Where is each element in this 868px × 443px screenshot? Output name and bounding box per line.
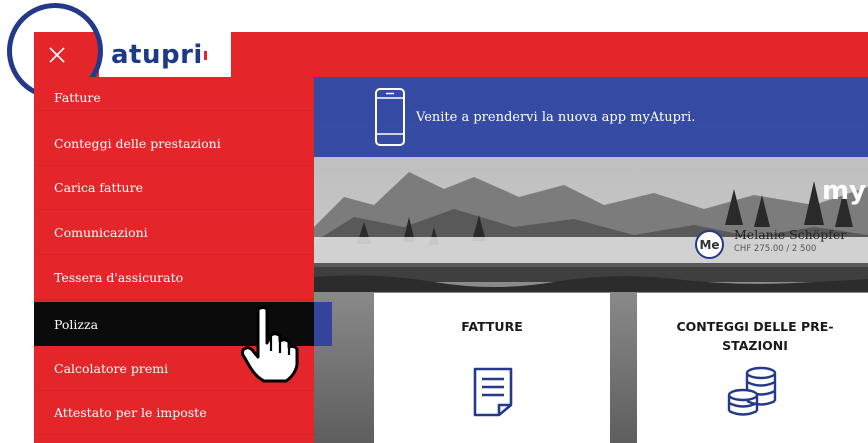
sidebar-item-calcolatore-premi[interactable]: Calcolatore premi [34, 347, 314, 391]
sidebar-item-comunicazioni[interactable]: Comunicazioni [34, 211, 314, 255]
sidebar-item-conteggi-prestazioni[interactable]: Conteggi delle prestazioni [34, 122, 314, 166]
app-promo-banner[interactable]: Venite a prendervi la nuova app myAtupri… [314, 77, 868, 157]
coin-stack-icon [727, 366, 777, 416]
sidebar-item-label: Calcolatore premi [54, 361, 169, 376]
sidebar-item-label: Attestato per le imposte [54, 405, 207, 420]
card-title: CONTEGGI DELLE PRE- STAZIONI [676, 319, 834, 353]
smartphone-icon [375, 88, 405, 146]
myatupri-brand-text: my [822, 176, 867, 206]
logo-text: atupri [111, 39, 203, 70]
logo-accent-mark [203, 51, 207, 60]
sidebar-menu: Fatture Conteggi delle prestazioni Caric… [34, 77, 314, 443]
close-menu-button[interactable] [34, 32, 79, 77]
main-content: Venite a prendervi la nuova app myAtupri… [314, 77, 868, 443]
deductible-amount: CHF 275.00 / 2 500 [734, 244, 817, 254]
user-avatar[interactable]: Me [695, 230, 724, 259]
atupri-logo[interactable]: atupri [99, 32, 231, 77]
user-name: Melanie Schöpfer [734, 227, 847, 242]
sidebar-item-polizza[interactable]: Polizza [34, 302, 314, 346]
sidebar-item-label: Polizza [54, 316, 99, 332]
active-item-indicator [314, 302, 332, 346]
sidebar-item-label: Conteggi delle prestazioni [54, 136, 221, 151]
card-fatture[interactable]: FATTURE [374, 293, 610, 443]
sidebar-item-carica-fatture[interactable]: Carica fatture [34, 166, 314, 210]
sidebar-item-label: Comunicazioni [54, 225, 148, 240]
sidebar-item-label: Fatture [54, 90, 101, 105]
close-icon [48, 46, 65, 63]
sidebar-item-label: Carica fatture [54, 180, 143, 195]
card-conteggi-prestazioni[interactable]: CONTEGGI DELLE PRE- STAZIONI [637, 293, 868, 443]
invoice-document-icon [473, 367, 513, 417]
sidebar-item-fatture[interactable]: Fatture [34, 77, 314, 111]
sidebar-item-label: Tessera d'assicurato [54, 270, 184, 285]
card-title: FATTURE [461, 319, 523, 334]
sidebar-item-attestato-imposte[interactable]: Attestato per le imposte [34, 391, 314, 435]
app-promo-text: Venite a prendervi la nuova app myAtupri… [416, 109, 696, 125]
sidebar-item-tessera-assicurato[interactable]: Tessera d'assicurato [34, 256, 314, 300]
